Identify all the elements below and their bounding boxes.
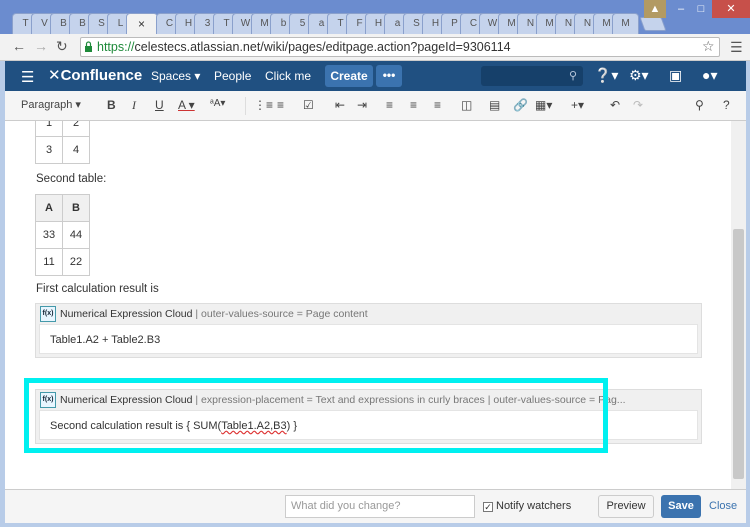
close-link[interactable]: Close (709, 500, 737, 512)
browser-tab-strip: TVBBSLCH3TWMb5aTFHaSHPCWMNMNNMM × ▲ – □ … (0, 0, 750, 34)
bold-icon[interactable]: B (107, 98, 116, 112)
align-center-icon[interactable]: ≡ (410, 98, 417, 112)
macro-params: | outer-values-source = Page content (192, 308, 368, 320)
table-row: 11 22 (35, 248, 90, 276)
reload-icon[interactable]: ↻ (56, 38, 68, 55)
url-path: celestecs.atlassian.net/wiki/pages/editp… (134, 40, 511, 54)
table-cell[interactable]: 33 (35, 221, 63, 249)
task-list-icon[interactable]: ☑ (303, 98, 314, 112)
search-input[interactable]: ⚲ (481, 66, 583, 86)
tab-close-icon[interactable]: × (138, 17, 145, 31)
notify-watchers-checkbox[interactable]: ✓ Notify watchers (483, 500, 571, 512)
browser-tab[interactable]: M (612, 13, 639, 34)
table-row: 12 (35, 121, 90, 137)
scrollbar-thumb[interactable] (733, 229, 744, 479)
table-header-cell[interactable]: B (62, 194, 90, 222)
nav-click-me[interactable]: Click me (265, 69, 311, 83)
table-header-cell[interactable]: A (35, 194, 63, 222)
bookmark-star-icon[interactable]: ☆ (702, 38, 715, 55)
macro-body[interactable]: Table1.A2 + Table2.B3 (39, 324, 698, 354)
table-header-row: A B (35, 194, 90, 222)
create-button[interactable]: Create (325, 65, 373, 87)
table-cell[interactable]: 4 (62, 136, 90, 164)
forward-icon[interactable]: → (34, 38, 48, 54)
nav-people[interactable]: People (214, 69, 251, 83)
bullet-list-icon[interactable]: ⋮≡ (254, 98, 273, 112)
back-icon[interactable]: ← (12, 38, 26, 54)
function-macro-icon: f(x) (40, 306, 56, 322)
table-cell[interactable]: 2 (62, 121, 90, 137)
user-avatar-icon[interactable]: ●▾ (702, 67, 717, 84)
url-input[interactable]: https://celestecs.atlassian.net/wiki/pag… (80, 37, 720, 57)
underline-icon[interactable]: U (155, 98, 164, 112)
table-cell[interactable]: 3 (35, 136, 63, 164)
insert-more-icon[interactable]: +▾ (571, 98, 584, 112)
notifications-icon[interactable]: ▣ (669, 67, 682, 84)
lock-icon (85, 41, 92, 52)
table-cell[interactable]: 11 (35, 248, 63, 276)
undo-icon[interactable]: ↶ (610, 98, 620, 112)
table-cell[interactable]: 44 (62, 221, 90, 249)
editor-footer: What did you change? ✓ Notify watchers Pr… (5, 489, 746, 523)
indent-icon[interactable]: ⇥ (357, 98, 367, 112)
table-cell[interactable]: 22 (62, 248, 90, 276)
checkbox-checked-icon[interactable]: ✓ (483, 502, 493, 512)
highlight-annotation (24, 378, 608, 453)
version-comment-input[interactable]: What did you change? (285, 495, 475, 518)
first-result-label: First calculation result is (36, 283, 159, 295)
table-1[interactable]: 12 34 (35, 121, 90, 164)
preview-button[interactable]: Preview (598, 495, 654, 518)
address-bar-row: ← → ↻ https://celestecs.atlassian.net/wi… (0, 34, 750, 61)
paragraph-label: Paragraph (21, 99, 73, 111)
text-color-icon[interactable]: A ▾ (178, 98, 195, 112)
editor-toolbar: Paragraph ▾ B I U A ▾ ᵃA▾ ⋮≡ ≡ ☑ ⇤ ⇥ ≡ ≡… (5, 91, 746, 121)
user-profile-icon[interactable]: ▲ (644, 0, 666, 18)
redo-icon[interactable]: ↷ (633, 98, 643, 112)
search-icon: ⚲ (568, 70, 577, 82)
help-icon[interactable]: ❔▾ (594, 67, 618, 84)
align-left-icon[interactable]: ≡ (386, 98, 393, 112)
save-button[interactable]: Save (661, 495, 701, 518)
macro-header[interactable]: f(x) Numerical Expression Cloud | outer-… (36, 304, 701, 324)
paragraph-format-select[interactable]: Paragraph ▾ (21, 98, 81, 111)
window-close-icon[interactable]: ✕ (712, 0, 750, 18)
insert-image-icon[interactable]: ▤ (489, 98, 500, 112)
insert-link-icon[interactable]: 🔗 (513, 98, 528, 112)
help-shortcuts-icon[interactable]: ? (723, 98, 730, 112)
table-cell[interactable]: 1 (35, 121, 63, 137)
numbered-list-icon[interactable]: ≡ (277, 98, 284, 112)
second-table-label: Second table: (36, 173, 107, 185)
notify-watchers-label: Notify watchers (496, 500, 572, 512)
macro-name: Numerical Expression Cloud (60, 308, 193, 320)
minimize-icon[interactable]: – (671, 0, 691, 18)
content-scrollbar[interactable] (731, 121, 746, 489)
nav-spaces[interactable]: Spaces ▾ (151, 69, 200, 83)
browser-menu-icon[interactable]: ☰ (730, 39, 743, 56)
text-style-icon[interactable]: ᵃA▾ (210, 98, 225, 109)
align-right-icon[interactable]: ≡ (434, 98, 441, 112)
confluence-header: ☰ ✕Confluence Spaces ▾ People Click me C… (5, 61, 746, 91)
macro-1[interactable]: f(x) Numerical Expression Cloud | outer-… (35, 303, 702, 358)
url-scheme: https:// (97, 40, 135, 54)
insert-table-icon[interactable]: ▦▾ (535, 98, 552, 112)
outdent-icon[interactable]: ⇤ (335, 98, 345, 112)
confluence-logo[interactable]: ✕Confluence (48, 66, 142, 84)
find-replace-icon[interactable]: ⚲ (695, 98, 704, 112)
more-create-button[interactable]: ••• (376, 65, 402, 87)
maximize-icon[interactable]: □ (691, 0, 711, 18)
table-row: 34 (35, 136, 90, 164)
table-2[interactable]: A B 33 44 11 22 (35, 194, 90, 276)
table-row: 33 44 (35, 221, 90, 249)
italic-icon[interactable]: I (132, 98, 136, 113)
page-layout-icon[interactable]: ◫ (461, 98, 472, 112)
hamburger-menu-icon[interactable]: ☰ (21, 68, 34, 86)
new-tab-button[interactable] (639, 17, 667, 31)
gear-icon[interactable]: ⚙▾ (629, 67, 649, 84)
